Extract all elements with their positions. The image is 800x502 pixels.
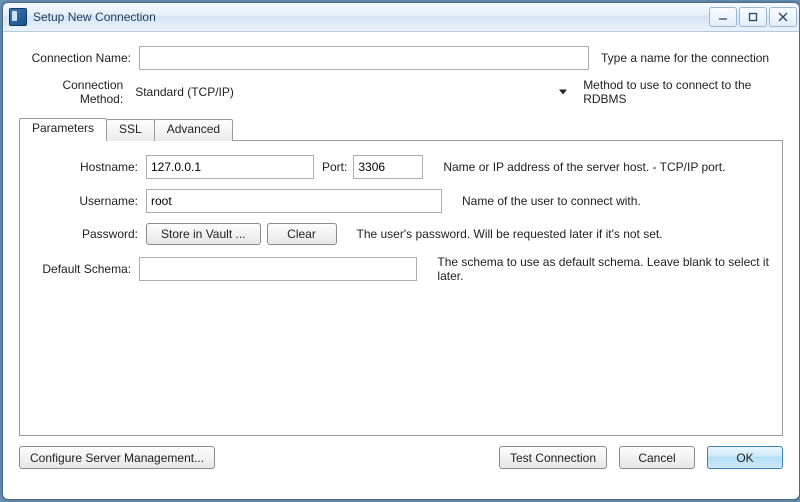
tab-panel-parameters: Hostname: Port: Name or IP address of th…	[19, 140, 783, 436]
tab-container: Parameters SSL Advanced Hostname: Port: …	[19, 118, 783, 436]
clear-password-button[interactable]: Clear	[267, 223, 337, 245]
tab-parameters[interactable]: Parameters	[19, 118, 107, 141]
password-row: Password: Store in Vault ... Clear The u…	[26, 223, 776, 245]
ok-button[interactable]: OK	[707, 446, 783, 469]
username-input[interactable]	[146, 189, 442, 213]
connection-method-label: Connection Method:	[19, 78, 123, 106]
username-row: Username: Name of the user to connect wi…	[26, 189, 776, 213]
port-input[interactable]	[353, 155, 423, 179]
hostname-label: Hostname:	[26, 160, 146, 174]
tabstrip: Parameters SSL Advanced	[19, 118, 783, 140]
hostname-input[interactable]	[146, 155, 314, 179]
maximize-button[interactable]	[739, 7, 767, 27]
test-connection-button[interactable]: Test Connection	[499, 446, 607, 469]
username-hint: Name of the user to connect with.	[462, 194, 641, 208]
configure-server-button[interactable]: Configure Server Management...	[19, 446, 215, 469]
button-bar: Configure Server Management... Test Conn…	[19, 436, 783, 475]
default-schema-row: Default Schema: The schema to use as def…	[26, 255, 776, 283]
connection-name-input[interactable]	[139, 46, 589, 70]
connection-name-hint: Type a name for the connection	[601, 51, 769, 65]
hostname-hint: Name or IP address of the server host. -…	[443, 160, 725, 174]
store-vault-button[interactable]: Store in Vault ...	[146, 223, 261, 245]
connection-method-hint: Method to use to connect to the RDBMS	[583, 78, 783, 106]
username-label: Username:	[26, 194, 146, 208]
maximize-icon	[748, 12, 758, 22]
default-schema-label: Default Schema:	[26, 262, 139, 276]
connection-name-row: Connection Name: Type a name for the con…	[19, 46, 783, 70]
password-hint: The user's password. Will be requested l…	[357, 227, 663, 241]
minimize-button[interactable]	[709, 7, 737, 27]
dialog-window: Setup New Connection Connection Name: Ty…	[2, 2, 800, 500]
close-button[interactable]	[769, 7, 797, 27]
close-icon	[778, 12, 788, 22]
connection-name-label: Connection Name:	[19, 51, 131, 65]
tab-ssl[interactable]: SSL	[106, 119, 155, 141]
connection-method-value: Standard (TCP/IP)	[135, 85, 234, 99]
connection-method-dropdown[interactable]: Standard (TCP/IP)	[131, 79, 571, 105]
password-label: Password:	[26, 227, 146, 241]
port-label: Port:	[322, 160, 347, 174]
content-area: Connection Name: Type a name for the con…	[3, 32, 799, 499]
minimize-icon	[718, 12, 728, 22]
app-icon	[9, 8, 27, 26]
cancel-button[interactable]: Cancel	[619, 446, 695, 469]
window-controls	[709, 7, 797, 27]
default-schema-input[interactable]	[139, 257, 417, 281]
window-title: Setup New Connection	[33, 10, 156, 24]
tab-advanced[interactable]: Advanced	[154, 119, 233, 141]
chevron-down-icon	[559, 90, 567, 95]
default-schema-hint: The schema to use as default schema. Lea…	[437, 255, 776, 283]
hostname-row: Hostname: Port: Name or IP address of th…	[26, 155, 776, 179]
connection-method-row: Connection Method: Standard (TCP/IP) Met…	[19, 78, 783, 106]
titlebar: Setup New Connection	[3, 3, 799, 32]
